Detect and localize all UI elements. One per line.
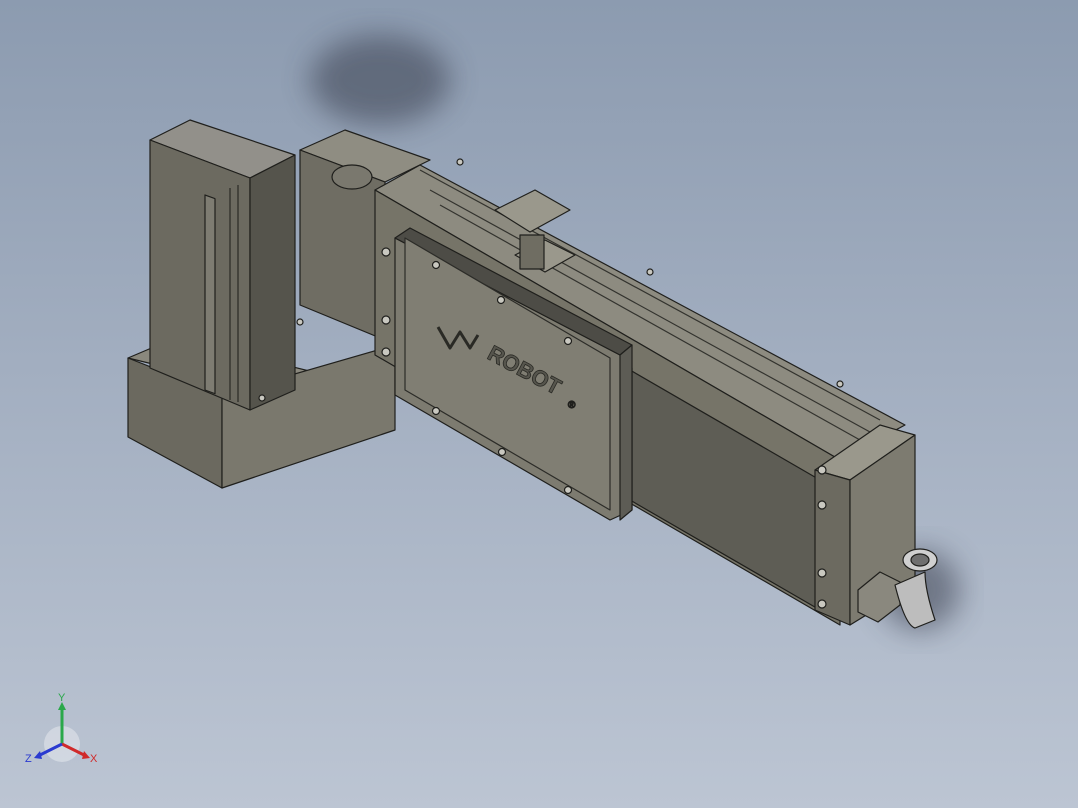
actuator-model[interactable]: ROBOT ® — [0, 0, 1078, 808]
y-axis-label: Y — [58, 692, 66, 704]
z-axis-arrowhead — [34, 751, 42, 759]
servo-motor[interactable] — [149, 119, 296, 411]
z-axis-label: Z — [25, 753, 32, 765]
brand-registered-mark: ® — [568, 400, 576, 411]
graphics-viewport[interactable]: ROBOT ® Y X Z — [0, 0, 1078, 808]
x-axis-label: X — [90, 753, 98, 765]
orientation-triad[interactable]: Y X Z — [22, 692, 102, 772]
coupling-hole — [331, 164, 373, 190]
x-axis-arrowhead — [82, 751, 90, 759]
